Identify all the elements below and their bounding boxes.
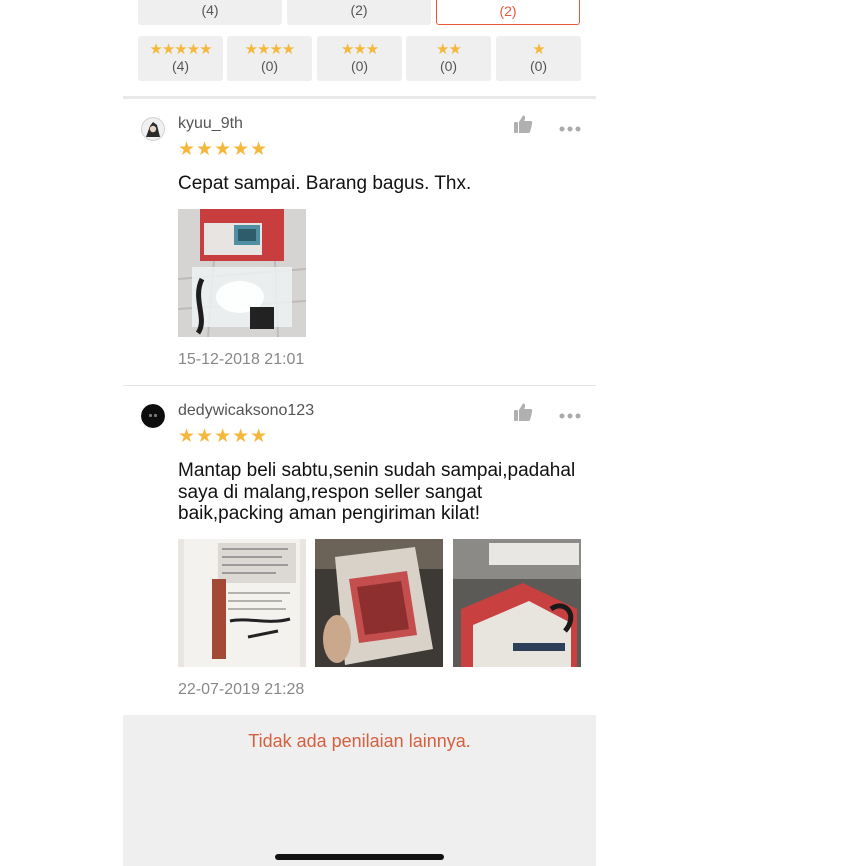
star-icon: ★★ — [436, 41, 462, 58]
filter-count: (0) — [260, 58, 279, 74]
review-comment: Mantap beli sabtu,senin sudah sampai,pad… — [178, 460, 576, 524]
filter-button-1-star[interactable]: ★ (0) — [496, 36, 581, 81]
thumbs-up-icon[interactable] — [512, 113, 534, 135]
review-username[interactable]: kyuu_9th — [178, 115, 243, 133]
review-timestamp: 22-07-2019 21:28 — [178, 681, 305, 698]
filter-button-selected[interactable]: (2) — [436, 0, 580, 25]
review-item: kyuu_9th ★★★★★ Cepat sampai. Barang bagu… — [123, 99, 596, 385]
thumbs-up-icon[interactable] — [512, 401, 534, 423]
filter-count: (2) — [499, 3, 517, 19]
no-more-reviews-footer: Tidak ada penilaian lainnya. — [123, 715, 596, 866]
filter-button-3-stars[interactable]: ★★★ (0) — [317, 36, 402, 81]
review-comment: Cepat sampai. Barang bagus. Thx. — [178, 173, 472, 194]
star-icon: ★ — [532, 41, 545, 58]
filter-count: (0) — [529, 58, 548, 74]
review-photo[interactable] — [315, 539, 443, 667]
filter-count: (2) — [350, 2, 368, 18]
filter-button-with-media[interactable]: (2) — [287, 0, 431, 25]
star-icon: ★★★★ — [244, 41, 296, 58]
filter-count: (0) — [439, 58, 458, 74]
avatar[interactable] — [141, 117, 165, 141]
reviews-screen: (4) (2) (2) ★★★★★ (4) ★★★★ (0) ★★★ (0) ★… — [123, 0, 596, 866]
review-photo[interactable] — [178, 209, 306, 337]
more-dots-icon[interactable] — [559, 120, 581, 132]
filter-button-5-stars[interactable]: ★★★★★ (4) — [138, 36, 223, 81]
no-more-reviews-text: Tidak ada penilaian lainnya. — [248, 731, 471, 751]
review-item: dedywicaksono123 ★★★★★ Mantap beli sabtu… — [123, 386, 596, 715]
avatar[interactable] — [141, 404, 165, 428]
home-indicator[interactable] — [275, 854, 444, 860]
rating-stars: ★★★★★ — [178, 426, 269, 447]
review-timestamp: 15-12-2018 21:01 — [178, 351, 305, 368]
filter-button-2-stars[interactable]: ★★ (0) — [406, 36, 491, 81]
review-photo[interactable] — [453, 539, 581, 667]
rating-stars: ★★★★★ — [178, 139, 269, 160]
review-username[interactable]: dedywicaksono123 — [178, 402, 314, 420]
filter-count: (4) — [171, 58, 190, 74]
more-dots-icon[interactable] — [559, 407, 581, 419]
filter-count: (0) — [350, 58, 369, 74]
star-icon: ★★★ — [340, 41, 379, 58]
review-photo[interactable] — [178, 539, 306, 667]
filter-button-4-stars[interactable]: ★★★★ (0) — [227, 36, 312, 81]
star-icon: ★★★★★ — [149, 41, 212, 58]
filter-button-with-comments[interactable]: (4) — [138, 0, 282, 25]
filter-count: (4) — [201, 2, 219, 18]
